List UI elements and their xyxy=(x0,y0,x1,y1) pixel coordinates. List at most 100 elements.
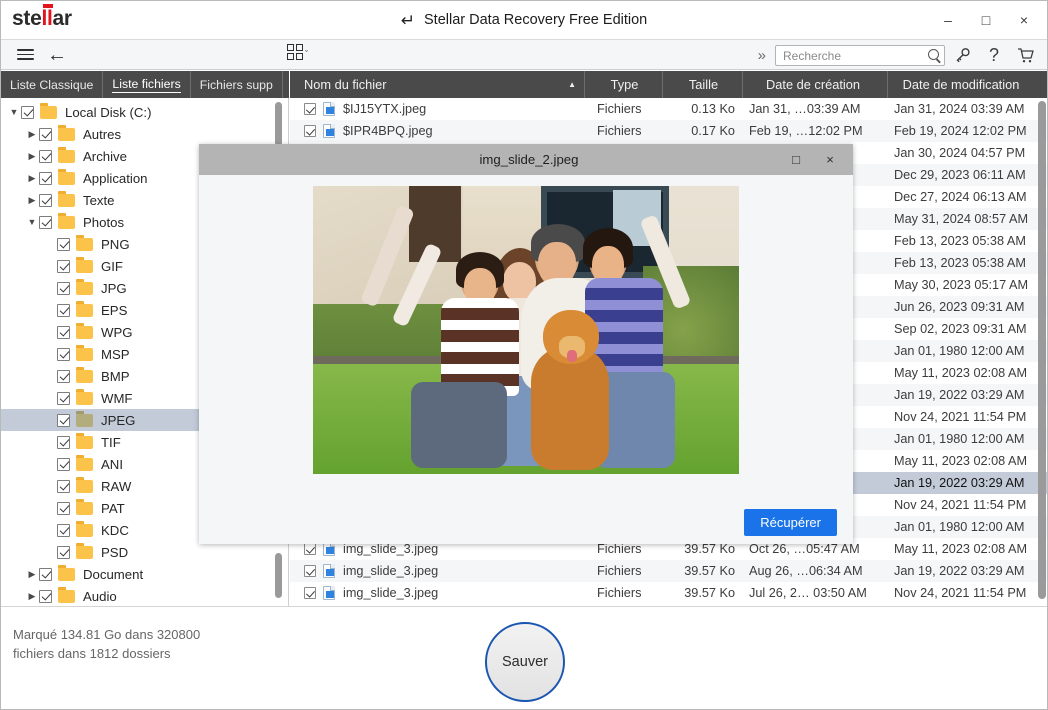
cell-name: $IPR4BPQ.jpeg xyxy=(290,124,585,138)
tree-item-checkbox[interactable] xyxy=(57,413,70,427)
search-input[interactable] xyxy=(776,46,944,65)
row-checkbox[interactable] xyxy=(304,543,316,555)
tree-item-checkbox[interactable] xyxy=(57,545,70,559)
tree-item-psd[interactable]: PSD xyxy=(1,541,288,563)
chevron-right-icon[interactable]: ▶ xyxy=(25,173,39,184)
tree-item-checkbox[interactable] xyxy=(57,325,70,339)
tree-item-checkbox[interactable] xyxy=(39,567,52,581)
tree-item-checkbox[interactable] xyxy=(21,105,34,119)
back-arrow-icon[interactable]: ← xyxy=(43,42,71,68)
file-name-label: img_slide_3.jpeg xyxy=(343,586,439,600)
tree-item-label: JPG xyxy=(101,280,127,296)
tree-item-checkbox[interactable] xyxy=(57,523,70,537)
cell-modified: Jan 31, 2024 03:39 AM xyxy=(894,102,1025,116)
sidebar-scrollbar-thumb-top[interactable] xyxy=(275,102,282,146)
recover-button[interactable]: Récupérer xyxy=(744,508,837,536)
cell-name: img_slide_3.jpeg xyxy=(290,564,585,578)
tree-item-checkbox[interactable] xyxy=(57,457,70,471)
tab-liste-classique[interactable]: Liste Classique xyxy=(1,71,104,98)
tree-item-checkbox[interactable] xyxy=(57,369,70,383)
cell-size: 39.57 Ko xyxy=(684,542,735,556)
preview-close-button[interactable]: × xyxy=(813,145,847,175)
cell-size: 0.13 Ko xyxy=(691,102,735,116)
chevron-right-icon[interactable]: ▶ xyxy=(25,569,39,580)
tree-item-document[interactable]: ▶ Document xyxy=(1,563,288,585)
tree-item-checkbox[interactable] xyxy=(39,193,52,207)
tree-item-checkbox[interactable] xyxy=(39,171,52,185)
chevron-double-right-icon[interactable]: » xyxy=(751,47,773,64)
row-checkbox[interactable] xyxy=(304,565,316,577)
folder-icon xyxy=(58,564,75,581)
grid-view-button[interactable]: ˇ xyxy=(287,44,308,60)
tree-item-label: Photos xyxy=(83,214,125,230)
tree-item-checkbox[interactable] xyxy=(39,149,52,163)
tree-item-checkbox[interactable] xyxy=(57,237,70,251)
preview-maximize-button[interactable]: □ xyxy=(779,145,813,175)
tree-item-checkbox[interactable] xyxy=(57,347,70,361)
search-box[interactable] xyxy=(775,45,945,66)
sort-ascending-icon: ▲ xyxy=(568,80,576,89)
row-checkbox[interactable] xyxy=(304,125,316,137)
tree-item-checkbox[interactable] xyxy=(57,259,70,273)
column-header-name[interactable]: Nom du fichier ▲ xyxy=(290,71,585,98)
tree-item-label: BMP xyxy=(101,368,130,384)
table-row[interactable]: $IJ15YTX.jpeg Fichiers 0.13 Ko Jan 31, …03:… xyxy=(290,98,1047,120)
table-row[interactable]: $IPR4BPQ.jpeg Fichiers 0.17 Ko Feb 19, …12:… xyxy=(290,120,1047,142)
cell-modified: May 11, 2023 02:08 AM xyxy=(894,542,1028,556)
chevron-down-icon[interactable]: ▼ xyxy=(7,107,21,117)
column-header-modified[interactable]: Date de modification xyxy=(888,71,1038,98)
tree-item-checkbox[interactable] xyxy=(57,391,70,405)
tree-item-checkbox[interactable] xyxy=(57,435,70,449)
chevron-down-icon[interactable]: ▼ xyxy=(25,217,39,227)
tree-item-audio[interactable]: ▶ Audio xyxy=(1,585,288,606)
image-preview-dialog: img_slide_2.jpeg □ × Récupérer xyxy=(199,144,853,544)
column-header-size[interactable]: Taille xyxy=(663,71,743,98)
close-button[interactable]: × xyxy=(1005,5,1043,35)
folder-icon xyxy=(76,366,93,383)
help-icon[interactable]: ? xyxy=(979,43,1009,69)
chevron-right-icon[interactable]: ▶ xyxy=(25,591,39,602)
tree-item-checkbox[interactable] xyxy=(57,303,70,317)
column-header-created[interactable]: Date de création xyxy=(743,71,888,98)
cart-icon[interactable] xyxy=(1011,43,1041,69)
family-photo-preview xyxy=(313,185,739,474)
image-file-icon xyxy=(323,586,335,600)
file-list-scrollbar-thumb[interactable] xyxy=(1038,101,1046,599)
tree-item-label: Autres xyxy=(83,126,122,142)
cell-name: img_slide_3.jpeg xyxy=(290,586,585,600)
tree-item-checkbox[interactable] xyxy=(39,127,52,141)
table-row[interactable]: img_slide_3.jpeg Fichiers 39.57 Ko Aug 26, … xyxy=(290,560,1047,582)
cell-created: Oct 26, …05:47 AM xyxy=(749,542,860,556)
chevron-right-icon[interactable]: ▶ xyxy=(25,151,39,162)
sidebar-scrollbar-thumb-bottom[interactable] xyxy=(275,553,282,598)
tree-item-checkbox[interactable] xyxy=(39,215,52,229)
image-file-icon xyxy=(323,102,335,116)
tree-item-local-disk-c[interactable]: ▼ Local Disk (C:) xyxy=(1,101,288,123)
cell-size: 0.17 Ko xyxy=(691,124,735,138)
preview-dialog-titlebar: img_slide_2.jpeg □ × xyxy=(199,144,853,175)
tree-item-checkbox[interactable] xyxy=(57,501,70,515)
cell-modified: Dec 27, 2024 06:13 AM xyxy=(894,190,1027,204)
cell-created: Jan 31, …03:39 AM xyxy=(749,102,861,116)
chevron-right-icon[interactable]: ▶ xyxy=(25,195,39,206)
maximize-button[interactable]: □ xyxy=(967,5,1005,35)
chevron-right-icon[interactable]: ▶ xyxy=(25,129,39,140)
tab-liste-fichiers[interactable]: Liste fichiers xyxy=(103,71,191,98)
table-row[interactable]: img_slide_3.jpeg Fichiers 39.57 Ko Jul 26, … xyxy=(290,582,1047,604)
tree-item-autres[interactable]: ▶ Autres xyxy=(1,123,288,145)
photo-dog-body xyxy=(531,345,609,470)
minimize-button[interactable]: – xyxy=(929,5,967,35)
tab-fichiers-supp[interactable]: Fichiers supp xyxy=(191,71,283,98)
cell-modified: Sep 02, 2023 09:31 AM xyxy=(894,322,1027,336)
tree-item-checkbox[interactable] xyxy=(39,589,52,603)
tree-item-checkbox[interactable] xyxy=(57,281,70,295)
row-checkbox[interactable] xyxy=(304,103,316,115)
hamburger-menu-icon[interactable] xyxy=(11,42,39,68)
save-button[interactable]: Sauver xyxy=(485,622,565,702)
row-checkbox[interactable] xyxy=(304,587,316,599)
preview-dialog-footer: Récupérer xyxy=(199,500,853,544)
column-header-type[interactable]: Type xyxy=(585,71,663,98)
tree-item-checkbox[interactable] xyxy=(57,479,70,493)
key-icon[interactable] xyxy=(947,43,977,69)
application-window: stellar ↵ Stellar Data Recovery Free Edi… xyxy=(0,0,1048,710)
